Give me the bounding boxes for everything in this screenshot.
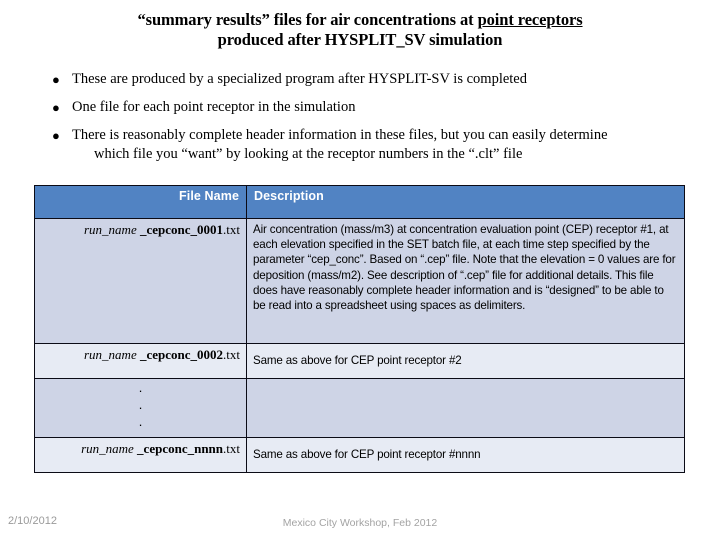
- table-row: run_name _cepconc_nnnn.txt Same as above…: [34, 437, 685, 473]
- slide-title-line-1: “summary results” files for air concentr…: [30, 10, 690, 30]
- bullet-item-2-line-1: One file for each point receptor in the …: [72, 99, 356, 115]
- table-row: run_name _cepconc_0001.txt Air concentra…: [34, 218, 685, 344]
- file-name-stem: _cepconc_0001: [136, 222, 224, 237]
- table-row: run_name _cepconc_0002.txt Same as above…: [34, 343, 685, 379]
- bullet-marker-icon: ●: [52, 128, 60, 143]
- file-table: File Name Description run_name _cepconc_…: [34, 185, 685, 473]
- cell-file-name: run_name _cepconc_0002.txt: [34, 343, 247, 379]
- file-table-header-row: File Name Description: [34, 185, 685, 219]
- bullet-marker-icon: ●: [52, 100, 60, 115]
- file-name-run-token: run_name: [81, 441, 134, 456]
- file-table-container: File Name Description run_name _cepconc_…: [34, 185, 685, 473]
- cell-description: [246, 378, 685, 438]
- bullet-item-1: ● These are produced by a specialized pr…: [48, 70, 696, 89]
- ellipsis-dot: ·: [138, 383, 143, 398]
- column-header-description: Description: [246, 185, 685, 219]
- bullet-marker-icon: ●: [52, 72, 60, 87]
- cell-file-name: run_name _cepconc_nnnn.txt: [34, 437, 247, 473]
- file-name-run-token: run_name: [84, 347, 137, 362]
- footer-center-text: Mexico City Workshop, Feb 2012: [282, 517, 438, 529]
- file-table-head: File Name Description: [34, 185, 685, 219]
- bullet-item-3-line-2: which file you “want” by looking at the …: [94, 146, 523, 162]
- file-table-body: run_name _cepconc_0001.txt Air concentra…: [34, 218, 685, 473]
- slide-title-line-2: produced after HYSPLIT_SV simulation: [217, 30, 503, 49]
- slide-title-line-1-text: “summary results” files for air concentr…: [137, 10, 478, 29]
- file-name-extension: .txt: [223, 347, 240, 362]
- slide-title-underlined-phrase: point receptors: [477, 10, 583, 29]
- file-name-run-token: run_name: [84, 222, 137, 237]
- slide-title: “summary results” files for air concentr…: [30, 10, 690, 50]
- file-name-stem: _cepconc_nnnn: [133, 441, 224, 456]
- cell-description: Same as above for CEP point receptor #2: [246, 343, 685, 379]
- bullet-item-3: ● There is reasonably complete header in…: [48, 126, 696, 164]
- file-name-stem: _cepconc_0002: [136, 347, 224, 362]
- cell-description: Same as above for CEP point receptor #nn…: [246, 437, 685, 473]
- cell-vertical-ellipsis: · · ·: [34, 378, 247, 438]
- cell-description: Air concentration (mass/m3) at concentra…: [246, 218, 685, 344]
- bullet-item-1-line-1: These are produced by a specialized prog…: [72, 71, 527, 87]
- bullet-item-3-line-1: There is reasonably complete header info…: [72, 127, 608, 143]
- file-name-extension: .txt: [223, 222, 240, 237]
- table-row-ellipsis: · · ·: [34, 378, 685, 438]
- file-name-extension: .txt: [223, 441, 240, 456]
- ellipsis-dot: ·: [138, 400, 143, 415]
- bullet-list: ● These are produced by a specialized pr…: [48, 70, 696, 173]
- bullet-item-2: ● One file for each point receptor in th…: [48, 98, 696, 117]
- cell-file-name: run_name _cepconc_0001.txt: [34, 218, 247, 344]
- ellipsis-dot: ·: [138, 417, 143, 432]
- column-header-file-name: File Name: [34, 185, 247, 219]
